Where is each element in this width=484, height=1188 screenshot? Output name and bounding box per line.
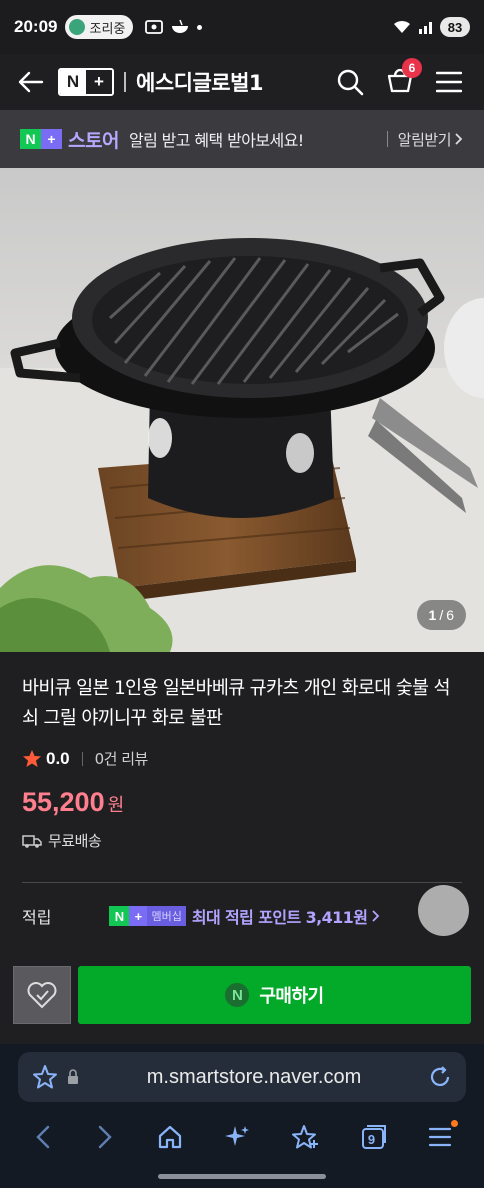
browser-menu-button[interactable] (428, 1120, 458, 1148)
naver-pay-icon: N (225, 983, 250, 1007)
membership-badge-n: N (109, 906, 130, 926)
product-title: 바비큐 일본 1인용 일본바베큐 규카츠 개인 화로대 숯불 석쇠 그릴 야끼니… (22, 678, 451, 729)
chevron-right-icon (455, 133, 463, 145)
signal-icon (419, 22, 432, 34)
store-header: N + 에스디글로벌1 6 (0, 54, 484, 110)
home-indicator[interactable] (158, 1174, 326, 1179)
back-arrow-icon (18, 71, 44, 93)
buy-now-label: 구매하기 (259, 986, 324, 1007)
image-total: 6 (446, 607, 454, 623)
product-info: 바비큐 일본 1인용 일본바베큐 규카츠 개인 화로대 숯불 석쇠 그릴 야끼니… (0, 652, 484, 964)
floating-scroll-button[interactable] (418, 885, 469, 936)
lock-icon (68, 1069, 78, 1084)
info-divider (22, 882, 462, 883)
refresh-icon[interactable] (428, 1065, 452, 1089)
logo-n: N (60, 70, 86, 94)
price-value: 55,200 (22, 787, 105, 817)
cooking-status-label: 조리중 (89, 21, 126, 37)
header-actions: 6 (336, 57, 462, 99)
brand-store-text: 스토어 (68, 129, 119, 152)
search-icon[interactable] (336, 68, 364, 96)
image-counter: 1 / 6 (416, 600, 466, 630)
wishlist-button[interactable] (13, 966, 71, 1024)
max-points-text: 최대 적립 포인트 3,411원 (191, 908, 368, 927)
shipping-row: 무료배송 (22, 830, 462, 851)
rating-value: 0.0 (46, 748, 70, 768)
notice-link-divider (386, 131, 388, 147)
points-label: 적립 (22, 908, 52, 927)
store-name[interactable]: 에스디글로벌1 (136, 67, 264, 97)
bowl-icon (172, 19, 189, 33)
price-unit: 원 (107, 795, 125, 816)
cart-button[interactable]: 6 (386, 57, 422, 99)
naver-plus-logo[interactable]: N + (58, 68, 114, 96)
naver-plus-store-brand: N + 스토어 (20, 126, 119, 153)
header-divider (124, 72, 126, 92)
browser-menu-icon (428, 1127, 451, 1147)
back-button[interactable] (16, 67, 46, 97)
browser-nav: 9 (0, 1116, 484, 1158)
browser-toolbar: m.smartstore.naver.com 9 (0, 1044, 484, 1188)
app-dot-icon (69, 19, 86, 35)
bookmark-star-icon[interactable] (32, 1064, 58, 1090)
cart-count-badge: 6 (402, 57, 422, 78)
tabs-button[interactable]: 9 (360, 1123, 388, 1151)
membership-badge-text: 멤버십 (147, 906, 186, 926)
star-icon (23, 749, 41, 767)
delivery-truck-icon (22, 834, 42, 848)
cooking-status-pill: 조리중 (65, 15, 134, 39)
price-row: 55,200 원 (22, 787, 462, 818)
subscribe-alerts-link[interactable]: 알림받기 (386, 129, 464, 150)
points-row[interactable]: 적립 N + 멤버십 최대 적립 포인트 3,411원 (22, 904, 462, 928)
brand-plus: + (41, 129, 62, 149)
brand-n: N (20, 129, 41, 149)
buy-now-button[interactable]: N 구매하기 (78, 966, 471, 1024)
home-icon[interactable] (157, 1124, 183, 1150)
status-right: 83 (392, 17, 470, 37)
url-text[interactable]: m.smartstore.naver.com (80, 1066, 428, 1089)
menu-icon[interactable] (436, 71, 462, 93)
image-current: 1 (428, 607, 437, 623)
notification-banner: N + 스토어 알림 받고 혜택 받아보세요! 알림받기 (0, 110, 484, 168)
image-separator: / (439, 607, 444, 623)
subscribe-alerts-label: 알림받기 (397, 130, 452, 149)
more-notifications-dot-icon (197, 24, 203, 30)
chevron-right-icon (372, 910, 380, 922)
heart-check-icon (27, 982, 57, 1009)
status-time: 20:09 (14, 17, 58, 36)
membership-badge-plus: + (129, 906, 148, 926)
wifi-icon (394, 20, 410, 33)
rating-separator (81, 751, 83, 766)
rating-row[interactable]: 0.0 0건 리뷰 (22, 748, 462, 769)
tab-count: 9 (367, 1131, 376, 1147)
review-count: 0건 리뷰 (94, 750, 149, 768)
purchase-bar: N 구매하기 (0, 964, 484, 1044)
product-image-carousel[interactable]: 1 / 6 (0, 168, 484, 652)
menu-notification-dot (450, 1120, 458, 1127)
address-bar[interactable]: m.smartstore.naver.com (18, 1052, 466, 1102)
browser-forward-icon[interactable] (94, 1124, 116, 1150)
grill-product-photo (0, 168, 484, 652)
notice-message: 알림 받고 혜택 받아보세요! (128, 131, 304, 150)
sparkle-icon[interactable] (223, 1123, 251, 1151)
membership-badge: N + 멤버십 (109, 906, 186, 926)
favorites-icon[interactable] (291, 1123, 319, 1151)
naver-plus-badge: N + (20, 129, 62, 149)
camera-scan-icon (145, 20, 164, 34)
notification-icons (145, 19, 203, 35)
logo-plus: + (86, 70, 112, 94)
battery-indicator: 83 (440, 17, 470, 37)
browser-back-icon[interactable] (32, 1124, 54, 1150)
shipping-label: 무료배송 (48, 832, 102, 850)
status-bar: 20:09 조리중 83 (0, 0, 484, 54)
